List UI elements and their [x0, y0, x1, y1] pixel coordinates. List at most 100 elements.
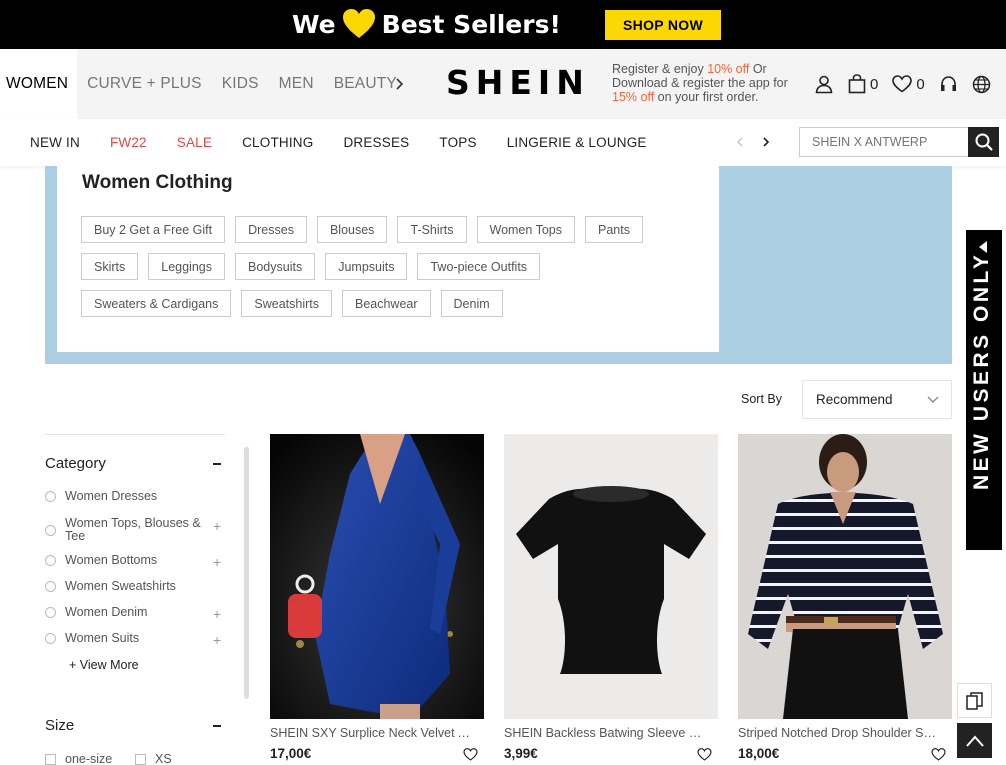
- main-nav: NEW IN FW22 SALE CLOTHING DRESSES TOPS L…: [0, 119, 1006, 166]
- chip-denim[interactable]: Denim: [440, 290, 503, 317]
- compare-button[interactable]: [957, 683, 992, 718]
- chip-sweatshirts[interactable]: Sweatshirts: [241, 290, 332, 317]
- back-to-top-button[interactable]: [957, 723, 992, 758]
- filter-item-women-bottoms[interactable]: Women Bottoms: [45, 554, 225, 567]
- tab-men[interactable]: MEN: [269, 49, 324, 119]
- nav-item-dresses[interactable]: DRESSES: [343, 135, 409, 150]
- category-filter-title[interactable]: Category: [45, 455, 106, 472]
- register-discount-15: 15% off: [612, 90, 655, 104]
- radio-button[interactable]: [45, 525, 56, 536]
- sort-select[interactable]: Recommend: [802, 380, 952, 419]
- chip-leggings[interactable]: Leggings: [148, 253, 225, 280]
- filter-item-women-dresses[interactable]: Women Dresses: [45, 490, 225, 503]
- search-button[interactable]: [968, 127, 999, 157]
- radio-button[interactable]: [45, 633, 56, 644]
- filter-item-women-tops[interactable]: Women Tops, Blouses & Tee: [45, 517, 225, 543]
- product-card[interactable]: SHEIN SXY Surplice Neck Velvet A-line Dr…: [270, 434, 484, 761]
- nav-item-fw22[interactable]: FW22: [110, 135, 147, 150]
- category-tabs: WOMEN CURVE + PLUS KIDS MEN BEAUTY: [0, 49, 407, 119]
- register-line3-b: on your first order.: [654, 90, 759, 104]
- register-discount-10: 10% off: [707, 62, 750, 76]
- chip-sweaters-cardigans[interactable]: Sweaters & Cardigans: [81, 290, 232, 317]
- account-button[interactable]: [814, 74, 834, 94]
- search-input[interactable]: [800, 128, 969, 156]
- product-card[interactable]: Striped Notched Drop Shoulder Sweater 18…: [738, 434, 952, 761]
- chevron-right-icon[interactable]: [392, 73, 408, 95]
- wishlist-heart-icon[interactable]: [931, 748, 946, 761]
- product-image[interactable]: [738, 434, 952, 719]
- checkbox[interactable]: [135, 753, 146, 765]
- view-more-link[interactable]: + View More: [69, 658, 139, 672]
- filter-item-women-suits[interactable]: Women Suits: [45, 632, 225, 645]
- expand-plus-icon[interactable]: +: [213, 554, 221, 570]
- chip-jumpsuits[interactable]: Jumpsuits: [325, 253, 408, 280]
- nav-item-clothing[interactable]: CLOTHING: [242, 135, 313, 150]
- chip-dresses[interactable]: Dresses: [235, 216, 307, 243]
- chip-skirts[interactable]: Skirts: [81, 253, 139, 280]
- tab-women[interactable]: WOMEN: [0, 49, 78, 119]
- cart-button[interactable]: 0: [848, 74, 878, 94]
- chip-t-shirts[interactable]: T-Shirts: [397, 216, 467, 243]
- tab-kids[interactable]: KIDS: [212, 49, 269, 119]
- filter-item-women-sweatshirts[interactable]: Women Sweatshirts: [45, 580, 225, 593]
- language-button[interactable]: [972, 75, 991, 94]
- product-name[interactable]: SHEIN Backless Batwing Sleeve Solid Tee: [504, 726, 704, 740]
- collapse-icon[interactable]: [213, 463, 221, 465]
- nav-item-lingerie-lounge[interactable]: LINGERIE & LOUNGE: [507, 135, 647, 150]
- product-name[interactable]: Striped Notched Drop Shoulder Sweater: [738, 726, 938, 740]
- chip-bodysuits[interactable]: Bodysuits: [235, 253, 316, 280]
- nav-item-new-in[interactable]: NEW IN: [30, 135, 80, 150]
- filter-item-label: Women Suits: [65, 631, 140, 645]
- tab-curve-plus[interactable]: CURVE + PLUS: [77, 49, 212, 119]
- product-image[interactable]: [504, 434, 718, 719]
- chip-buy-2-get-free-gift[interactable]: Buy 2 Get a Free Gift: [81, 216, 226, 243]
- chip-blouses[interactable]: Blouses: [316, 216, 388, 243]
- promo-text-best-sellers: Best Sellers!: [381, 9, 561, 39]
- promo-banner[interactable]: We Best Sellers! SHOP NOW: [0, 0, 1006, 49]
- wishlist-button[interactable]: 0: [892, 75, 925, 93]
- search-icon: [975, 133, 993, 151]
- size-filter-title[interactable]: Size: [45, 717, 74, 734]
- product-image[interactable]: [270, 434, 484, 719]
- register-promo-text[interactable]: Register & enjoy 10% off Or Download & r…: [612, 62, 802, 104]
- expand-plus-icon[interactable]: +: [213, 518, 221, 534]
- new-users-tab[interactable]: NEW USERS ONLY: [966, 230, 1002, 550]
- checkbox[interactable]: [45, 753, 56, 765]
- shein-logo[interactable]: SHEIN: [446, 63, 590, 102]
- wishlist-heart-icon[interactable]: [463, 748, 478, 761]
- expand-plus-icon[interactable]: +: [213, 606, 221, 622]
- chevron-right-icon[interactable]: [760, 134, 772, 150]
- chip-two-piece-outfits[interactable]: Two-piece Outfits: [417, 253, 541, 280]
- copy-icon: [965, 691, 983, 710]
- filter-item-label: Women Bottoms: [65, 553, 158, 567]
- product-card[interactable]: SHEIN Backless Batwing Sleeve Solid Tee …: [504, 434, 718, 761]
- size-label: one-size: [65, 752, 113, 765]
- headset-icon: [940, 75, 956, 91]
- chip-pants[interactable]: Pants: [585, 216, 643, 243]
- filter-item-label: Women Dresses: [65, 489, 158, 503]
- nav-scroll-arrows: [734, 134, 772, 150]
- radio-button[interactable]: [45, 555, 56, 566]
- support-button[interactable]: [939, 75, 958, 94]
- expand-plus-icon[interactable]: +: [213, 632, 221, 648]
- nav-item-sale[interactable]: SALE: [177, 135, 212, 150]
- wishlist-count: 0: [916, 75, 925, 93]
- radio-button[interactable]: [45, 607, 56, 618]
- nav-item-tops[interactable]: TOPS: [439, 135, 476, 150]
- shop-now-button[interactable]: SHOP NOW: [605, 10, 721, 40]
- filter-item-women-denim[interactable]: Women Denim: [45, 606, 225, 619]
- chip-beachwear[interactable]: Beachwear: [341, 290, 431, 317]
- nav-items: NEW IN FW22 SALE CLOTHING DRESSES TOPS L…: [30, 119, 677, 166]
- register-line2: Download & register the app for: [612, 76, 788, 90]
- chip-women-tops[interactable]: Women Tops: [476, 216, 575, 243]
- globe-icon: [972, 75, 990, 93]
- sidebar-scrollbar[interactable]: [244, 447, 249, 699]
- collapse-icon[interactable]: [213, 725, 221, 727]
- chevron-left-icon[interactable]: [734, 134, 746, 150]
- radio-button[interactable]: [45, 491, 56, 502]
- size-option-one-size[interactable]: one-size: [45, 752, 112, 765]
- radio-button[interactable]: [45, 581, 56, 592]
- product-name[interactable]: SHEIN SXY Surplice Neck Velvet A-line Dr…: [270, 726, 470, 740]
- wishlist-heart-icon[interactable]: [697, 748, 712, 761]
- size-option-xs[interactable]: XS: [135, 752, 172, 765]
